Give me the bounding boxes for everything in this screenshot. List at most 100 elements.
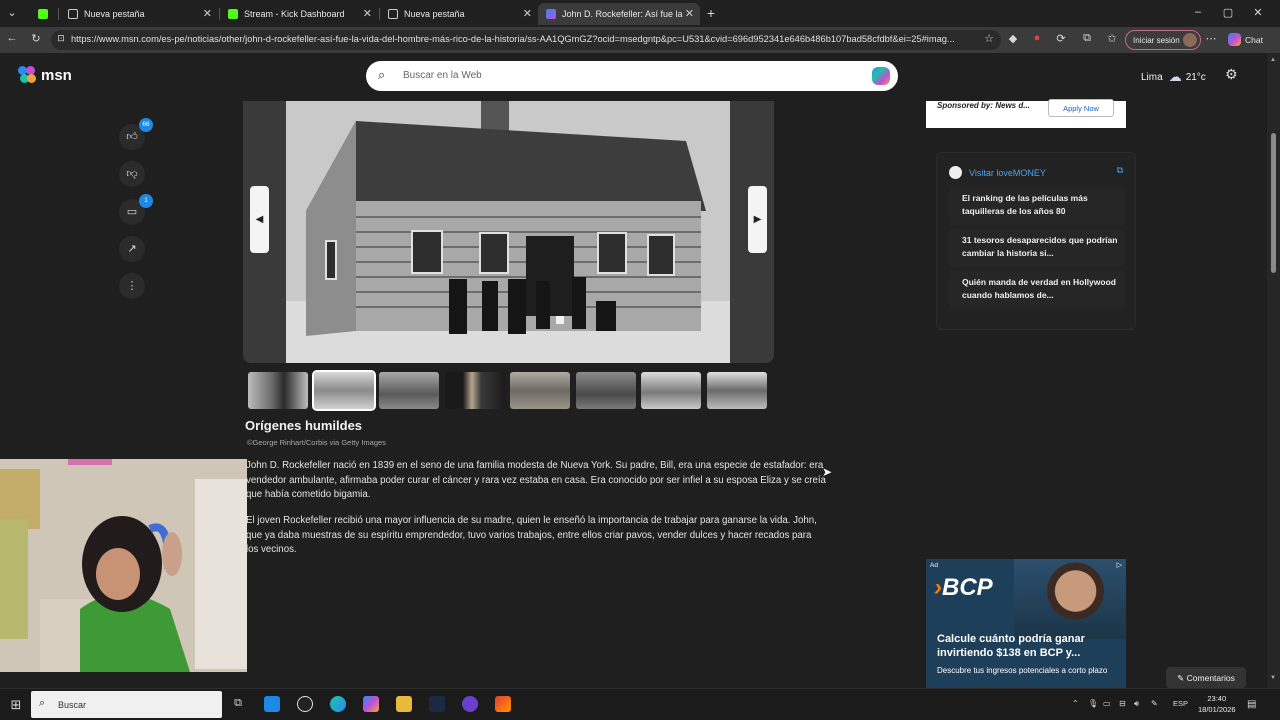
dislike-button[interactable]: 👎︎ [119,161,145,187]
more-menu-icon[interactable]: ⋯ [1203,32,1219,45]
split-screen-icon[interactable]: ⧉ [1079,32,1095,45]
notifications-icon[interactable]: ▤ [1247,699,1256,710]
ad-choices-icon[interactable]: ▷ [1117,561,1122,569]
scroll-down-arrow-icon[interactable]: ▼ [1270,675,1276,681]
extension-diamond-icon[interactable]: ◆ [1005,32,1021,45]
photo-credit: ©George Rinhart/Corbis via Getty Images [247,438,386,447]
sponsored-ad-strip[interactable]: Sponsored by: News d... Apply Now [926,99,1126,128]
obs-icon[interactable] [297,696,313,712]
apply-now-button[interactable]: Apply Now [1048,99,1114,117]
address-bar[interactable]: ⊡ https://www.msn.com/es-pe/noticias/oth… [51,30,1001,50]
gallery-thumbnail-selected[interactable] [312,370,376,411]
refresh-icon[interactable]: ↻ [28,32,44,45]
maximize-icon[interactable]: ▢ [1218,6,1238,19]
kick-favicon-icon [228,9,238,19]
tab-list-chevron-icon[interactable]: ⌄ [4,6,20,19]
msn-logo[interactable]: msn [18,66,72,84]
previous-slide-button[interactable]: ◀ [250,186,269,253]
settings-gear-icon[interactable]: ⚙ [1225,66,1238,83]
browser-tab-bar: ⌄ Nueva pestaña ✕ Stream - Kick Dashboar… [0,0,1280,27]
minimize-icon[interactable]: – [1188,6,1208,18]
lovemoney-source-link[interactable]: Visitar loveMONEY [949,166,1046,179]
bcp-advertisement[interactable]: Ad ▷ ›BCP Calcule cuánto podría ganar in… [926,559,1126,688]
file-explorer-icon[interactable] [396,696,412,712]
bcp-brand-logo: ›BCP [934,574,993,601]
new-tab-plus-icon[interactable]: + [703,5,719,21]
related-article-link[interactable]: 31 tesoros desaparecidos que podrían cam… [949,229,1125,267]
copilot-icon[interactable] [872,67,890,85]
ad-photo-man [1014,559,1126,639]
more-options-button[interactable]: ⋮ [119,273,145,299]
microsoft-store-icon[interactable] [264,696,280,712]
extension-red-icon[interactable]: ● [1029,32,1045,44]
tab-nueva-pestana-2[interactable]: Nueva pestaña ✕ [380,3,538,25]
search-placeholder[interactable]: Buscar en la Web [403,70,482,81]
favorites-icon[interactable]: ✩ [1104,32,1120,45]
tab-nueva-pestana-1[interactable]: Nueva pestaña ✕ [60,3,218,25]
task-view-icon[interactable]: ⧉ [230,697,246,710]
gallery-thumbnail[interactable] [510,372,570,409]
close-tab-icon[interactable]: ✕ [523,7,532,20]
copilot-chat-button[interactable]: Chat [1228,33,1263,46]
app-purple-icon[interactable] [462,696,478,712]
comments-label: Comentarios [1186,673,1235,683]
close-tab-icon[interactable]: ✕ [363,7,372,20]
gallery-thumbnail[interactable] [641,372,701,409]
gallery-thumbnail[interactable] [445,372,505,409]
close-window-icon[interactable]: ✕ [1248,6,1268,19]
copilot-icon [1228,33,1241,46]
clock-time: 23:40 [1207,694,1227,703]
copilot-app-icon[interactable] [363,696,379,712]
web-search-box[interactable]: ⌕ Buscar en la Web [366,61,898,91]
related-article-link[interactable]: Quién manda de verdad en Hollywood cuand… [949,271,1125,309]
tab-rockefeller-article[interactable]: John D. Rockefeller: Así fue la vida ✕ [538,3,700,25]
page-scrollbar[interactable]: ▲ ▼ [1267,53,1280,688]
taskbar-clock[interactable]: 23:40 18/01/2026 [1198,693,1236,715]
close-tab-icon[interactable]: ✕ [203,7,212,20]
tab-kick-pinned[interactable] [30,3,58,25]
slide-title: Orígenes humildes [245,418,363,433]
msn-favicon-icon [546,9,556,19]
steam-icon[interactable] [429,696,445,712]
msn-butterfly-icon [18,66,38,84]
weather-widget[interactable]: Lima ☁ 21°c [1141,69,1206,85]
volume-icon[interactable]: 🔊︎ [1134,699,1139,709]
search-icon: ⌕ [39,697,46,709]
site-info-icon[interactable]: ⊡ [53,33,69,44]
back-icon[interactable]: ← [4,32,20,44]
microphone-icon[interactable]: 🎙︎ [1088,699,1098,708]
gallery-thumbnail[interactable] [248,372,308,409]
share-button[interactable]: ↗ [119,236,145,262]
comments-button[interactable]: ✎ Comentarios [1166,667,1246,688]
comments-count-badge: 1 [139,194,153,208]
thumbs-down-icon: 👎︎ [126,168,138,180]
app-red-icon[interactable] [495,696,511,712]
external-link-icon[interactable]: ⧉ [1117,165,1123,176]
gallery-thumbnail[interactable] [576,372,636,409]
farmhouse-photo-image [286,101,730,363]
gallery-thumbnail[interactable] [379,372,439,409]
tab-kick-dashboard[interactable]: Stream - Kick Dashboard ✕ [220,3,378,25]
edge-icon[interactable] [330,696,346,712]
network-icon[interactable]: ⊟ [1119,699,1126,708]
scrollbar-thumb[interactable] [1271,133,1276,273]
close-tab-icon[interactable]: ✕ [685,7,694,20]
tray-chevron-icon[interactable]: ⌃ [1072,699,1079,708]
webcam-person-image [0,459,247,672]
favorite-star-icon[interactable]: ☆ [981,32,997,45]
extensions-puzzle-icon[interactable]: ⟳ [1053,32,1069,45]
sponsor-text: Sponsored by: News d... [937,101,1030,110]
pen-icon[interactable]: ✎ [1151,699,1158,708]
taskbar-search-box[interactable]: ⌕ Buscar [31,691,222,718]
language-indicator[interactable]: ESP [1173,699,1188,708]
windows-start-icon[interactable]: ⊞ [8,697,24,713]
next-slide-button[interactable]: ▶ [748,186,767,253]
gallery-thumbnail[interactable] [707,372,767,409]
sign-in-label: Iniciar sesión [1133,36,1180,45]
comment-icon: ▭ [126,206,138,218]
display-icon[interactable]: ▭ [1103,699,1111,708]
url-text[interactable]: https://www.msn.com/es-pe/noticias/other… [71,34,971,44]
scroll-up-arrow-icon[interactable]: ▲ [1270,57,1276,63]
related-article-link[interactable]: El ranking de las películas más taquille… [949,187,1125,225]
sign-in-button[interactable]: Iniciar sesión [1125,30,1201,50]
